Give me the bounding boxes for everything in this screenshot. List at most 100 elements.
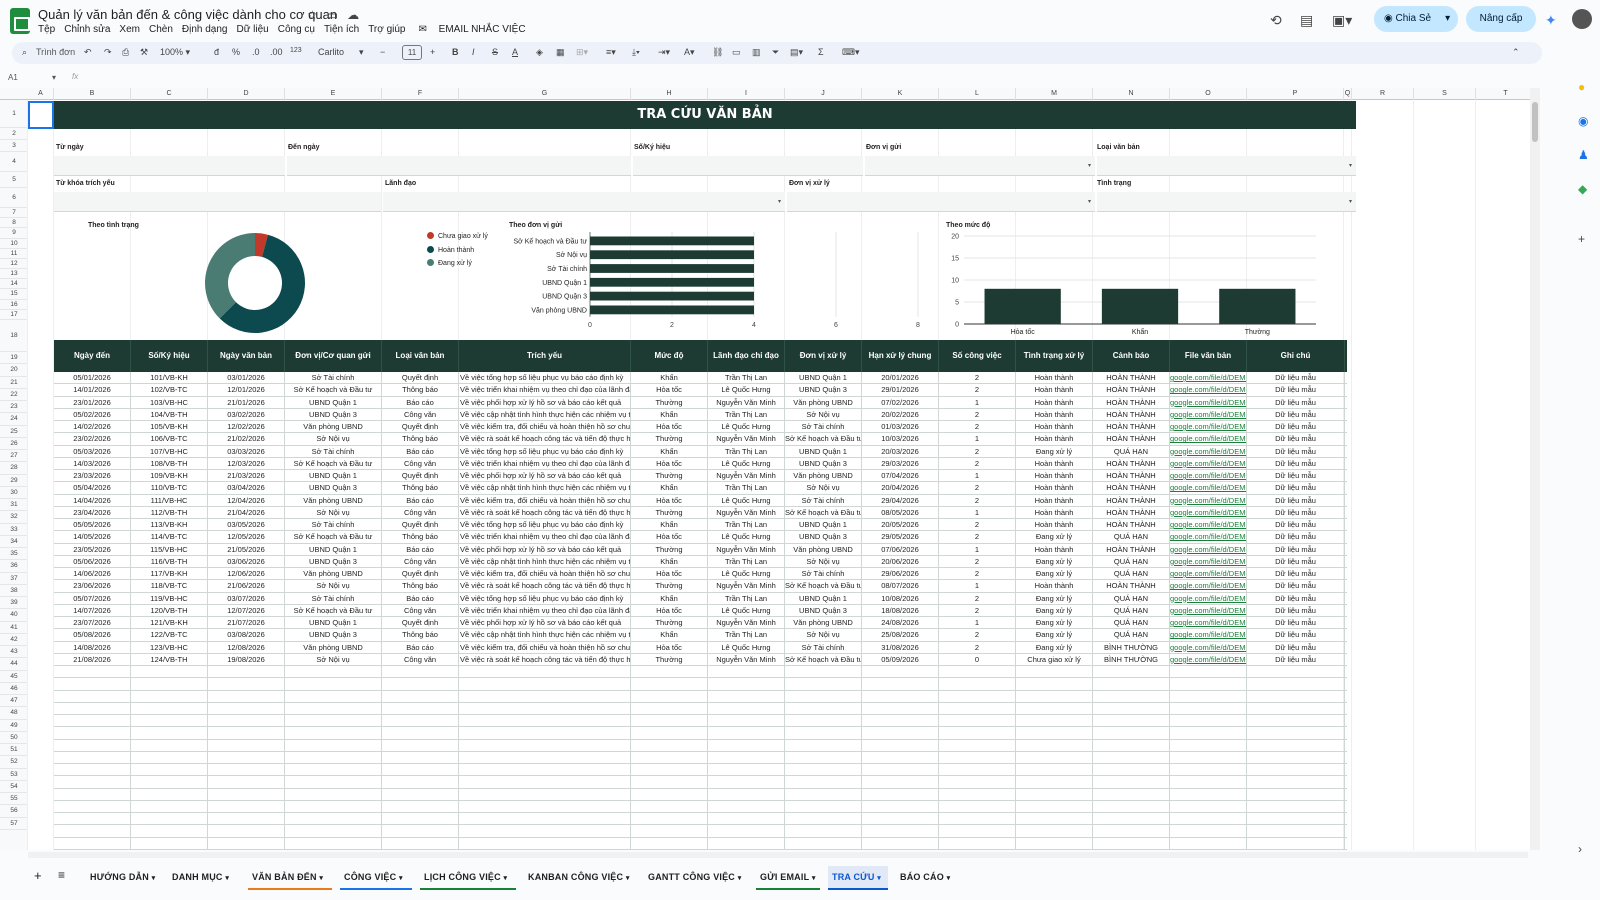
table-row[interactable] [54, 702, 1347, 715]
row-header[interactable]: 9 [0, 228, 28, 239]
row-header[interactable]: 49 [0, 720, 28, 732]
fill-color-icon[interactable]: ◈ [536, 47, 543, 58]
file-link[interactable] [1170, 800, 1247, 813]
table-row[interactable]: 23/04/2026 112/VB-TH 21/04/2026 Sở Nội vụ Cô… [54, 506, 1347, 519]
column-header[interactable]: F [382, 88, 459, 100]
file-link[interactable] [1170, 678, 1247, 691]
row-header[interactable]: 40 [0, 609, 28, 622]
insert-comment-icon[interactable]: ▭ [732, 47, 741, 58]
chevron-down-icon[interactable]: ▾ [504, 875, 508, 882]
file-link[interactable] [1170, 813, 1247, 825]
menu-item[interactable]: Chỉnh sửa [64, 24, 110, 35]
insert-link-icon[interactable]: ⛓ [712, 47, 723, 58]
filter-sender-select[interactable]: ▾ [865, 156, 1095, 176]
column-header[interactable]: N [1093, 88, 1170, 100]
row-header[interactable]: 24 [0, 413, 28, 426]
menu-item[interactable]: Xem [119, 24, 140, 35]
table-row[interactable]: 05/05/2026 113/VB-KH 03/05/2026 Sở Tài chín… [54, 519, 1347, 532]
row-header[interactable]: 10 [0, 239, 28, 249]
row-header[interactable]: 20 [0, 364, 28, 377]
italic-icon[interactable]: I [472, 47, 475, 57]
column-header[interactable]: A [28, 88, 54, 100]
row-header[interactable]: 23 [0, 401, 28, 414]
table-row[interactable] [54, 825, 1347, 838]
menu-item[interactable]: Chèn [149, 24, 173, 35]
name-box-dropdown-icon[interactable]: ▾ [52, 73, 56, 82]
table-row[interactable]: 05/07/2026 119/VB-HC 03/07/2026 Sở Tài chín… [54, 592, 1347, 605]
filter-leader-select[interactable]: ▾ [383, 192, 785, 212]
column-header[interactable]: K [862, 88, 939, 100]
file-link[interactable]: google.com/file/d/DEMO [1170, 519, 1247, 531]
move-folder-icon[interactable]: ▭ [327, 8, 338, 22]
table-header-cell[interactable]: Đơn vị/Cơ quan gửi [285, 340, 382, 372]
borders-icon[interactable]: ▦ [556, 47, 565, 58]
file-link[interactable]: google.com/file/d/DEMO [1170, 641, 1247, 654]
share-button[interactable]: ◉ Chia Sẻ ▾ [1374, 6, 1458, 32]
sheet-tab[interactable]: CÔNG VIỆC ▾ [340, 866, 412, 890]
bold-icon[interactable]: B [452, 47, 459, 57]
table-row[interactable]: 23/05/2026 115/VB-HC 21/05/2026 UBND Quận 1… [54, 543, 1347, 556]
table-row[interactable]: 23/06/2026 118/VB-TC 21/06/2026 Sở Nội vụ Th… [54, 580, 1347, 593]
table-row[interactable] [54, 715, 1347, 728]
file-link[interactable]: google.com/file/d/DEMO [1170, 408, 1247, 421]
column-header[interactable]: J [785, 88, 862, 100]
column-header[interactable]: C [131, 88, 208, 100]
row-header[interactable]: 1 [0, 100, 28, 128]
file-link[interactable] [1170, 825, 1247, 838]
keep-icon[interactable]: ● [1578, 80, 1585, 94]
table-row[interactable]: 05/01/2026 101/VB-KH 03/01/2026 Sở Tài chín… [54, 372, 1347, 385]
table-row[interactable] [54, 727, 1347, 740]
table-row[interactable]: 14/08/2026 123/VB-HC 12/08/2026 Văn phòng U… [54, 641, 1347, 654]
row-header[interactable]: 26 [0, 438, 28, 450]
table-row[interactable]: 14/07/2026 120/VB-TH 12/07/2026 Sở Kế hoạch… [54, 604, 1347, 617]
chevron-down-icon[interactable]: ▾ [319, 875, 323, 882]
table-row[interactable]: 05/04/2026 110/VB-TC 03/04/2026 UBND Quận 3… [54, 482, 1347, 495]
file-link[interactable]: google.com/file/d/DEMO [1170, 617, 1247, 629]
row-header[interactable]: 27 [0, 450, 28, 463]
table-header-cell[interactable]: Trích yếu [459, 340, 631, 372]
sheets-logo-icon[interactable] [10, 8, 30, 34]
file-link[interactable]: google.com/file/d/DEMO [1170, 457, 1247, 470]
column-header[interactable]: P [1247, 88, 1344, 100]
font-size-decrease-icon[interactable]: − [380, 47, 385, 57]
chevron-down-icon[interactable]: ▾ [225, 875, 229, 882]
row-header[interactable]: 55 [0, 793, 28, 806]
avatar[interactable] [1572, 9, 1592, 29]
font-size-increase-icon[interactable]: + [430, 47, 435, 57]
file-link[interactable]: google.com/file/d/DEMO [1170, 543, 1247, 556]
table-row[interactable] [54, 837, 1347, 850]
row-header[interactable]: 47 [0, 695, 28, 708]
table-row[interactable]: 23/02/2026 106/VB-TC 21/02/2026 Sở Nội vụ Th… [54, 433, 1347, 446]
table-row[interactable]: 14/06/2026 117/VB-KH 12/06/2026 Văn phòng U… [54, 568, 1347, 581]
row-header[interactable]: 8 [0, 218, 28, 229]
column-header[interactable]: R [1352, 88, 1414, 100]
file-link[interactable]: google.com/file/d/DEMO [1170, 421, 1247, 433]
file-link[interactable]: google.com/file/d/DEMO [1170, 592, 1247, 605]
row-header[interactable]: 57 [0, 818, 28, 830]
file-link[interactable] [1170, 776, 1247, 789]
table-header-cell[interactable]: File văn bản [1170, 340, 1247, 372]
row-header[interactable]: 43 [0, 646, 28, 659]
table-row[interactable]: 05/03/2026 107/VB-HC 03/03/2026 Sở Tài chín… [54, 445, 1347, 458]
menu-search-input[interactable]: Trình đơn [36, 47, 75, 57]
file-link[interactable]: google.com/file/d/DEMO [1170, 433, 1247, 446]
chevron-down-icon[interactable]: ▾ [399, 875, 403, 882]
file-link[interactable]: google.com/file/d/DEMO [1170, 604, 1247, 617]
sheet-tab[interactable]: HƯỚNG DẪN ▾ [86, 866, 160, 888]
row-header[interactable]: 18 [0, 320, 28, 352]
row-header[interactable]: 5 [0, 172, 28, 188]
row-header[interactable]: 31 [0, 499, 28, 512]
table-row[interactable] [54, 776, 1347, 789]
row-header[interactable]: 22 [0, 389, 28, 401]
file-link[interactable] [1170, 666, 1247, 678]
table-header-cell[interactable]: Cảnh báo [1093, 340, 1170, 372]
horizontal-scrollbar[interactable] [28, 852, 1528, 858]
cloud-status-icon[interactable]: ☁ [347, 8, 359, 22]
menu-item[interactable]: Tệp [38, 24, 55, 35]
table-header-cell[interactable]: Lãnh đạo chỉ đạo [708, 340, 785, 372]
row-header[interactable]: 15 [0, 289, 28, 300]
row-header[interactable]: 30 [0, 487, 28, 499]
redo-icon[interactable]: ↷ [104, 47, 112, 58]
row-header[interactable]: 7 [0, 208, 28, 219]
row-header[interactable]: 21 [0, 377, 28, 389]
